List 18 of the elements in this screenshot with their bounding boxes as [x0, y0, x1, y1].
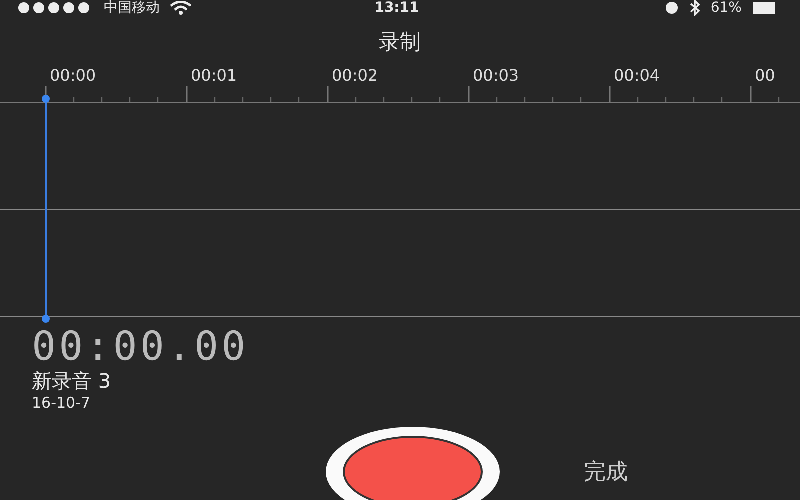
playhead[interactable] — [40, 95, 52, 323]
wifi-icon — [170, 1, 192, 15]
battery-percent: 61% — [710, 0, 742, 16]
done-button[interactable]: 完成 — [580, 453, 632, 491]
time-tick-label: 00:03 — [473, 66, 520, 85]
bluetooth-icon — [688, 0, 701, 16]
time-tick-label: 00:00 — [50, 66, 96, 85]
recording-date: 16-10-7 — [32, 393, 92, 413]
status-time: 13:11 — [374, 0, 420, 16]
time-tick-label: 00:01 — [191, 66, 238, 85]
time-tick-label: 00 — [755, 66, 776, 85]
carrier-name: 中国移动 — [104, 0, 160, 16]
screen-title: 录制 — [378, 29, 422, 56]
time-tick-label: 00:02 — [332, 66, 378, 85]
time-tick-label: 00:04 — [614, 66, 660, 85]
battery-icon — [752, 1, 776, 15]
elapsed-timer: 00:00.00 — [32, 325, 250, 369]
recording-name: 新录音 3 — [32, 369, 112, 393]
